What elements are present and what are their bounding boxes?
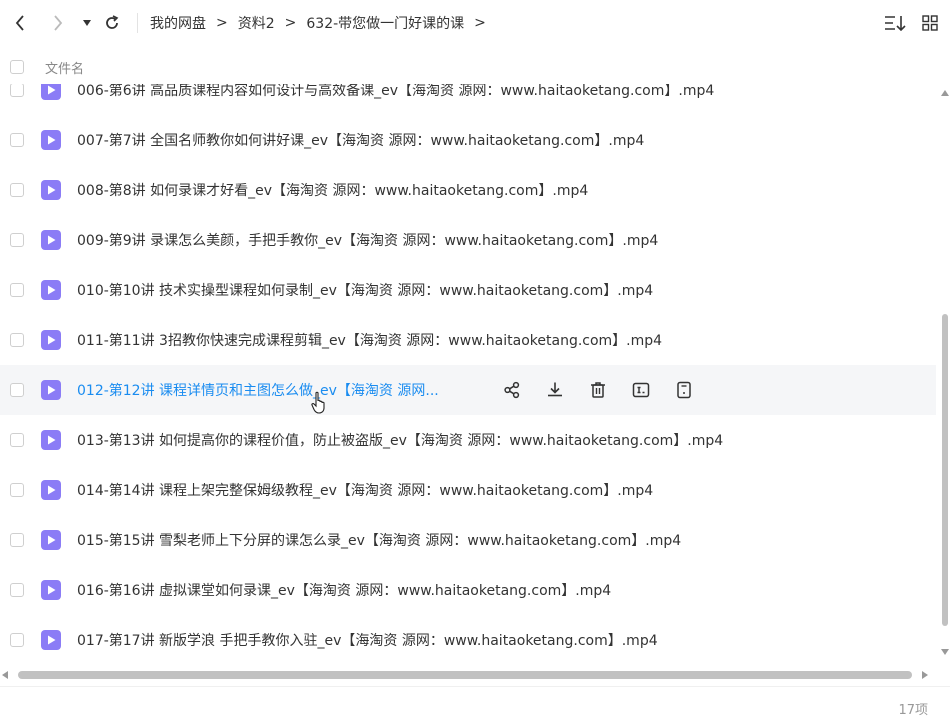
file-row[interactable]: 017-第17讲 新版学浪 手把手教你入驻_ev【海淘资 源网：www.hait… <box>0 615 936 665</box>
file-row[interactable]: 011-第11讲 3招教你快速完成课程剪辑_ev【海淘资 源网：www.hait… <box>0 315 936 365</box>
video-file-icon <box>41 480 61 500</box>
share-icon <box>503 381 519 399</box>
file-list: 006-第6讲 高品质课程内容如何设计与高效备课_ev【海淘资 源网：www.h… <box>0 84 950 666</box>
file-row[interactable]: 008-第8讲 如何录课才好看_ev【海淘资 源网：www.haitaoketa… <box>0 165 936 215</box>
row-checkbox[interactable] <box>10 383 24 397</box>
video-file-icon <box>41 130 61 150</box>
video-file-icon <box>41 230 61 250</box>
file-name[interactable]: 011-第11讲 3招教你快速完成课程剪辑_ev【海淘资 源网：www.hait… <box>77 330 662 350</box>
grid-view-icon <box>922 15 938 31</box>
video-file-icon <box>41 630 61 650</box>
rename-button[interactable] <box>619 365 662 415</box>
row-checkbox[interactable] <box>10 283 24 297</box>
caret-down-icon <box>83 20 91 26</box>
breadcrumb-item-root[interactable]: 我的网盘 <box>150 13 206 33</box>
row-checkbox[interactable] <box>10 183 24 197</box>
video-file-icon <box>41 180 61 200</box>
rename-icon <box>632 382 649 398</box>
row-checkbox[interactable] <box>10 583 24 597</box>
refresh-button[interactable] <box>101 0 123 46</box>
sort-button[interactable] <box>880 0 910 46</box>
scroll-up-arrow-icon[interactable] <box>941 90 949 96</box>
download-button[interactable] <box>533 365 576 415</box>
horizontal-scroll-thumb[interactable] <box>18 671 912 679</box>
row-checkbox[interactable] <box>10 433 24 447</box>
status-bar: 17项 <box>0 686 950 725</box>
forward-button[interactable] <box>46 0 70 46</box>
toolbar: 我的网盘 > 资料2 > 632-带您做一门好课的课 > <box>0 0 950 46</box>
file-row[interactable]: 007-第7讲 全国名师教你如何讲好课_ev【海淘资 源网：www.haitao… <box>0 115 936 165</box>
row-checkbox[interactable] <box>10 133 24 147</box>
file-row[interactable]: 010-第10讲 技术实操型课程如何录制_ev【海淘资 源网：www.haita… <box>0 265 936 315</box>
vertical-scrollbar[interactable] <box>940 84 950 660</box>
video-file-icon <box>41 530 61 550</box>
video-file-icon <box>41 430 61 450</box>
breadcrumb-separator: > <box>474 15 486 31</box>
details-icon <box>676 381 691 399</box>
file-name[interactable]: 013-第13讲 如何提高你的课程价值，防止被盗版_ev【海淘资 源网：www.… <box>77 430 723 450</box>
trash-icon <box>590 382 605 398</box>
file-row[interactable]: 015-第15讲 雪梨老师上下分屏的课怎么录_ev【海淘资 源网：www.hai… <box>0 515 936 565</box>
share-button[interactable] <box>490 365 533 415</box>
row-checkbox[interactable] <box>10 533 24 547</box>
breadcrumb-separator: > <box>284 15 297 31</box>
sort-icon <box>885 16 906 31</box>
file-name[interactable]: 017-第17讲 新版学浪 手把手教你入驻_ev【海淘资 源网：www.hait… <box>77 630 658 650</box>
file-name[interactable]: 014-第14讲 课程上架完整保姆级教程_ev【海淘资 源网：www.haita… <box>77 480 653 500</box>
file-name[interactable]: 009-第9讲 录课怎么美颜，手把手教你_ev【海淘资 源网：www.haita… <box>77 230 658 250</box>
horizontal-scrollbar[interactable] <box>0 667 940 683</box>
chevron-left-icon <box>15 15 24 31</box>
scroll-down-arrow-icon[interactable] <box>941 649 949 655</box>
column-header-name[interactable]: 文件名 <box>45 58 84 77</box>
row-checkbox[interactable] <box>10 633 24 647</box>
file-name[interactable]: 010-第10讲 技术实操型课程如何录制_ev【海淘资 源网：www.haita… <box>77 280 653 300</box>
file-row[interactable]: 013-第13讲 如何提高你的课程价值，防止被盗版_ev【海淘资 源网：www.… <box>0 415 936 465</box>
file-row[interactable]: 006-第6讲 高品质课程内容如何设计与高效备课_ev【海淘资 源网：www.h… <box>0 84 936 115</box>
grid-view-button[interactable] <box>915 0 945 46</box>
file-name[interactable]: 008-第8讲 如何录课才好看_ev【海淘资 源网：www.haitaoketa… <box>77 180 588 200</box>
item-count: 17项 <box>898 703 928 718</box>
breadcrumb-item-folder[interactable]: 资料2 <box>238 13 275 33</box>
history-dropdown-button[interactable] <box>80 0 94 46</box>
file-name[interactable]: 016-第16讲 虚拟课堂如何录课_ev【海淘资 源网：www.haitaoke… <box>77 580 611 600</box>
file-row[interactable]: 009-第9讲 录课怎么美颜，手把手教你_ev【海淘资 源网：www.haita… <box>0 215 936 265</box>
video-file-icon <box>41 330 61 350</box>
row-checkbox[interactable] <box>10 84 24 97</box>
file-name[interactable]: 006-第6讲 高品质课程内容如何设计与高效备课_ev【海淘资 源网：www.h… <box>77 84 714 100</box>
row-checkbox[interactable] <box>10 333 24 347</box>
video-file-icon <box>41 84 61 100</box>
video-file-icon <box>41 580 61 600</box>
file-row-hovered[interactable]: 012-第12讲 课程详情页和主图怎么做_ev【海淘资 源网... <box>0 365 936 415</box>
row-actions <box>490 365 705 415</box>
row-checkbox[interactable] <box>10 483 24 497</box>
breadcrumb-item-current[interactable]: 632-带您做一门好课的课 <box>306 13 464 33</box>
download-icon <box>547 382 562 397</box>
row-checkbox[interactable] <box>10 233 24 247</box>
file-row[interactable]: 016-第16讲 虚拟课堂如何录课_ev【海淘资 源网：www.haitaoke… <box>0 565 936 615</box>
video-file-icon <box>41 380 61 400</box>
toolbar-divider <box>137 13 138 33</box>
scroll-left-arrow-icon[interactable] <box>2 671 8 679</box>
breadcrumb-separator: > <box>216 15 228 31</box>
back-button[interactable] <box>8 0 32 46</box>
hand-cursor-icon <box>311 391 325 414</box>
chevron-right-icon <box>54 15 63 31</box>
scroll-right-arrow-icon[interactable] <box>922 671 928 679</box>
file-name[interactable]: 012-第12讲 课程详情页和主图怎么做_ev【海淘资 源网... <box>77 380 439 400</box>
file-row[interactable]: 014-第14讲 课程上架完整保姆级教程_ev【海淘资 源网：www.haita… <box>0 465 936 515</box>
video-file-icon <box>41 280 61 300</box>
file-name[interactable]: 007-第7讲 全国名师教你如何讲好课_ev【海淘资 源网：www.haitao… <box>77 130 644 150</box>
delete-button[interactable] <box>576 365 619 415</box>
file-name[interactable]: 015-第15讲 雪梨老师上下分屏的课怎么录_ev【海淘资 源网：www.hai… <box>77 530 681 550</box>
refresh-icon <box>106 15 119 29</box>
more-info-button[interactable] <box>662 365 705 415</box>
list-header: 文件名 <box>0 50 950 84</box>
breadcrumb: 我的网盘 > 资料2 > 632-带您做一门好课的课 > <box>150 0 496 46</box>
select-all-checkbox[interactable] <box>10 60 24 74</box>
vertical-scroll-thumb[interactable] <box>942 314 948 626</box>
